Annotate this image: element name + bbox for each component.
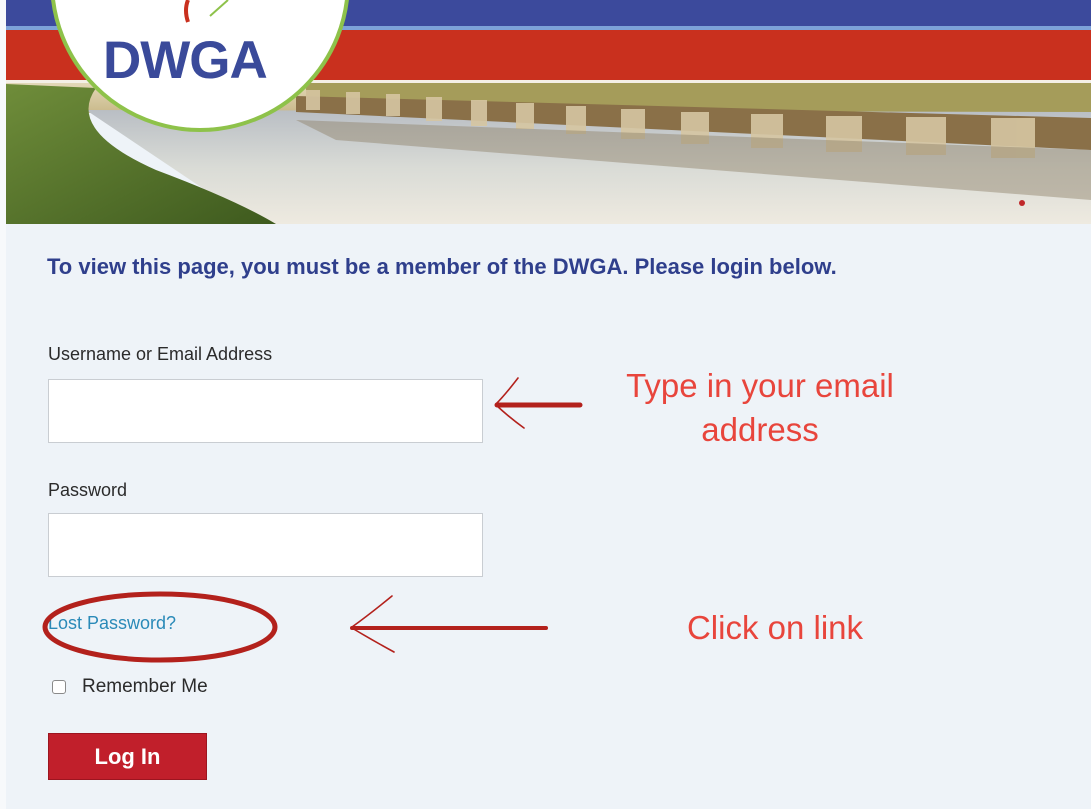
login-button[interactable]: Log In	[48, 733, 207, 780]
email-hint-annotation: Type in your email address	[590, 364, 930, 452]
remember-me-row[interactable]: Remember Me	[52, 676, 208, 698]
remember-me-label[interactable]: Remember Me	[82, 676, 208, 698]
username-label: Username or Email Address	[48, 344, 273, 364]
arrow-left-icon	[494, 377, 583, 429]
email-hint-line-2: address	[701, 411, 819, 448]
logo-swoosh-icon	[184, 0, 229, 23]
lost-password-link[interactable]: Lost Password?	[48, 613, 176, 634]
header-banner: DWGA	[6, 0, 1091, 224]
password-input[interactable]	[48, 513, 483, 577]
link-hint-annotation: Click on link	[686, 609, 864, 646]
login-page: DWGA To view this page, you must be a me…	[0, 0, 1091, 809]
username-input[interactable]	[48, 379, 483, 443]
member-notice: To view this page, you must be a member …	[47, 254, 837, 279]
password-label: Password	[48, 480, 128, 500]
arrow-left-icon	[350, 595, 548, 653]
logo-text[interactable]: DWGA	[103, 30, 303, 91]
checkbox-icon[interactable]	[52, 680, 66, 694]
email-hint-line-1: Type in your email	[626, 367, 894, 404]
